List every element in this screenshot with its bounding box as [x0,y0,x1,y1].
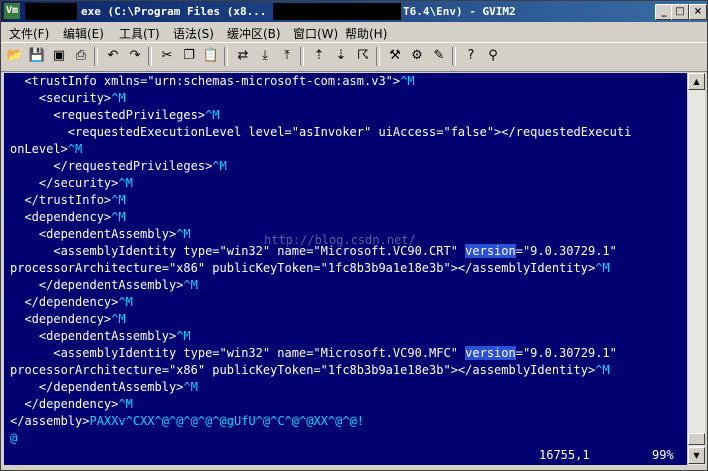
editor-line: <trustInfo xmlns="urn:schemas-microsoft-… [10,74,415,88]
paste-icon[interactable]: 📋 [201,46,221,66]
save-session-icon[interactable]: ⇣ [331,46,351,66]
save-icon[interactable]: 💾 [27,46,47,66]
redacted-block [25,3,77,20]
find-help-icon[interactable]: ⚲ [483,46,503,66]
redacted-block [273,3,401,20]
editor-line: <requestedPrivileges>^M [10,108,220,122]
find-next-icon[interactable]: ⤓ [255,46,275,66]
window-title-part2: T6.4\Env) - GVIM2 [403,5,516,18]
close-button[interactable]: × [689,4,707,20]
scroll-percent: 99% [652,448,674,462]
editor-line: processorArchitecture="x86" publicKeyTok… [10,363,610,377]
toolbar-separator [452,47,456,66]
editor-line: </dependency>^M [10,397,133,411]
window-title-part1: exe (C:\Program Files (x8... [81,5,267,18]
editor-line: <requestedExecutionLevel level="asInvoke… [10,125,632,139]
cursor-position: 16755,1 [539,448,590,462]
make-icon[interactable]: ⚒ [385,46,405,66]
open-icon[interactable]: 📂 [5,46,25,66]
status-line: 16755,1 99% [4,445,687,465]
scroll-up-arrow-icon[interactable]: ▲ [688,73,705,90]
help-icon[interactable]: ? [461,46,481,66]
editor-line: @ [10,431,18,445]
redo-icon[interactable]: ↷ [125,46,145,66]
editor-line: </security>^M [10,176,133,190]
search-highlight: version [465,244,516,258]
run-script-icon[interactable]: ☈ [353,46,373,66]
toolbar-separator [376,47,380,66]
load-session-icon[interactable]: ⇡ [309,46,329,66]
editor-line: <security>^M [10,91,126,105]
editor-line: <dependency>^M [10,312,126,326]
scroll-down-arrow-icon[interactable]: ▼ [688,447,705,464]
save-all-icon[interactable]: ▣ [49,46,69,66]
toolbar: 📂 💾 ▣ ⎙ ↶ ↷ ✂ ❐ 📋 ⇄ ⤓ ⤒ ⇡ ⇣ ☈ ⚒ ⚙ ✎ ? ⚲ [1,42,707,72]
menu-bar: 文件(F) 编辑(E) 工具(T) 语法(S) 缓冲区(B) 窗口(W) 帮助(… [1,22,707,42]
search-highlight: version [465,346,516,360]
editor-line: <assemblyIdentity type="win32" name="Mic… [10,346,617,360]
text-editor-area[interactable]: <trustInfo xmlns="urn:schemas-microsoft-… [4,73,687,445]
menu-edit[interactable]: 编辑(E) [63,25,104,42]
copy-icon[interactable]: ❐ [179,46,199,66]
vim-app-icon[interactable]: Vm [4,3,20,19]
title-bar[interactable]: Vm exe (C:\Program Files (x8... T6.4\Env… [1,1,707,22]
watermark-text: http://blog.csdn.net/ [264,233,416,247]
menu-file[interactable]: 文件(F) [9,25,49,42]
toolbar-separator [224,47,228,66]
find-prev-icon[interactable]: ⤒ [277,46,297,66]
editor-line: </dependentAssembly>^M [10,380,198,394]
menu-tools[interactable]: 工具(T) [119,25,160,42]
editor-line: <dependentAssembly>^M [10,227,191,241]
print-icon[interactable]: ⎙ [71,46,91,66]
maximize-button[interactable]: □ [671,4,689,20]
menu-help[interactable]: 帮助(H) [345,25,387,42]
editor-line: processorArchitecture="x86" publicKeyTok… [10,261,610,275]
editor-line: </requestedPrivileges>^M [10,159,227,173]
toolbar-separator [300,47,304,66]
toolbar-separator [148,47,152,66]
editor-line: onLevel>^M [10,142,83,156]
cut-icon[interactable]: ✂ [157,46,177,66]
gvim-window: Vm exe (C:\Program Files (x8... T6.4\Env… [0,0,708,471]
editor-line: <dependentAssembly>^M [10,329,191,343]
undo-icon[interactable]: ↶ [103,46,123,66]
vertical-scrollbar[interactable]: ▲ ▼ [688,73,705,465]
scrollbar-thumb[interactable] [688,433,705,445]
editor-line: <dependency>^M [10,210,126,224]
shell-icon[interactable]: ⚙ [407,46,427,66]
menu-buffers[interactable]: 缓冲区(B) [227,25,281,42]
editor-line: </dependentAssembly>^M [10,278,198,292]
editor-line: </dependency>^M [10,295,133,309]
toolbar-separator [94,47,98,66]
editor-line: </assembly>PAXXv^CXX^@^@^@^@^@gUfU^@^C^@… [10,414,365,428]
menu-syntax[interactable]: 语法(S) [173,25,214,42]
editor-line: </trustInfo>^M [10,193,126,207]
ctags-icon[interactable]: ✎ [429,46,449,66]
find-replace-icon[interactable]: ⇄ [233,46,253,66]
menu-window[interactable]: 窗口(W) [293,25,338,42]
